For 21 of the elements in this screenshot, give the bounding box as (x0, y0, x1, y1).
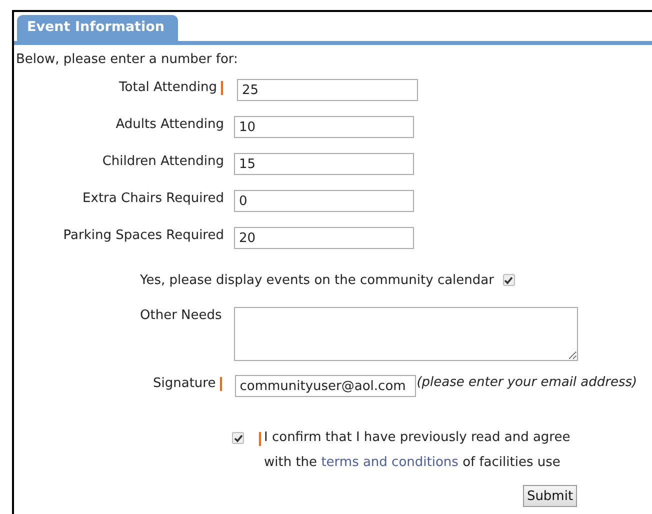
checkbox[interactable] (232, 432, 244, 444)
input-field[interactable]: communityuser@aol.com (234, 375, 416, 397)
field-label: Adults Attending (116, 117, 224, 132)
input-field[interactable]: 25 (237, 79, 418, 101)
field-label: Parking Spaces Required (63, 228, 224, 243)
submit-button[interactable]: Submit (523, 485, 577, 507)
input-field[interactable]: 10 (234, 116, 414, 138)
input-field[interactable]: 0 (234, 190, 414, 212)
checkbox[interactable] (502, 274, 515, 286)
terms-link[interactable]: terms and conditions (321, 455, 458, 470)
hint-text: (please enter your email address) (416, 375, 638, 390)
agreement-text: I confirm that I have previously read and agree with the terms and conditions of facilities use (264, 429, 572, 472)
field-label: Children Attending (102, 154, 224, 169)
checkbox-label: Yes, please display events on the community calendar (140, 272, 494, 288)
field-label: Other Needs (140, 307, 223, 323)
instruction-text: Below, please enter a number for: (16, 52, 238, 67)
field-label: Signature (153, 376, 216, 391)
field-label: Total Attending (119, 80, 217, 95)
field-label: Extra Chairs Required (82, 191, 224, 206)
input-field[interactable]: 20 (234, 227, 414, 249)
input-field[interactable]: 15 (234, 153, 414, 175)
